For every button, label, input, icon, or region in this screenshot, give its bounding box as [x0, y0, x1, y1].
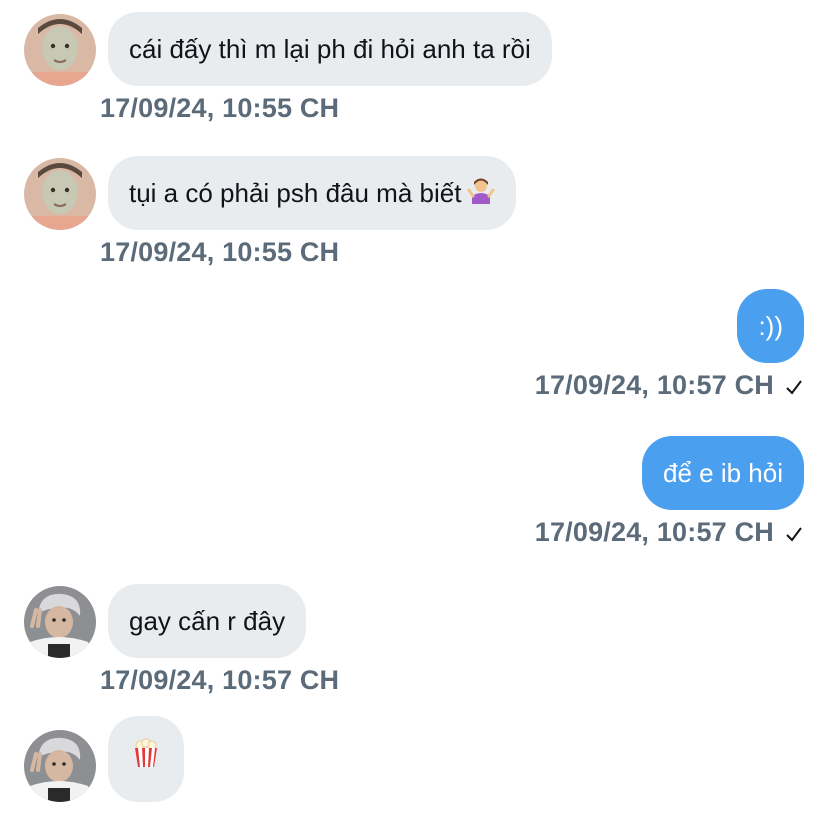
message-timestamp: 17/09/24, 10:57 CH	[535, 517, 804, 551]
message-timestamp: 17/09/24, 10:57 CH	[100, 665, 340, 695]
sender-avatar[interactable]	[24, 730, 96, 802]
timestamp-text: 17/09/24, 10:57 CH	[534, 370, 774, 400]
woman-shrugging-emoji-icon	[467, 158, 495, 232]
sent-checkmark-icon	[784, 373, 804, 404]
incoming-message-bubble[interactable]: gay cấn r đây	[108, 584, 307, 658]
message-text: tụi a có phải psh đâu mà biết	[129, 178, 462, 208]
sent-checkmark-icon	[784, 520, 804, 551]
sender-avatar[interactable]	[24, 158, 96, 230]
sender-avatar[interactable]	[24, 586, 96, 658]
incoming-message-bubble[interactable]	[108, 716, 184, 802]
popcorn-emoji-icon	[133, 722, 159, 796]
incoming-message-bubble[interactable]: cái đấy thì m lại ph đi hỏi anh ta rồi	[108, 12, 552, 86]
incoming-message-bubble[interactable]: tụi a có phải psh đâu mà biết	[108, 156, 517, 232]
message-timestamp: 17/09/24, 10:57 CH	[535, 370, 804, 404]
message-timestamp: 17/09/24, 10:55 CH	[100, 237, 340, 267]
sender-avatar[interactable]	[24, 14, 96, 86]
outgoing-message-bubble[interactable]: :))	[737, 289, 804, 363]
message-timestamp: 17/09/24, 10:55 CH	[100, 93, 340, 123]
timestamp-text: 17/09/24, 10:57 CH	[534, 517, 774, 547]
outgoing-message-bubble[interactable]: để e ib hỏi	[642, 436, 804, 510]
